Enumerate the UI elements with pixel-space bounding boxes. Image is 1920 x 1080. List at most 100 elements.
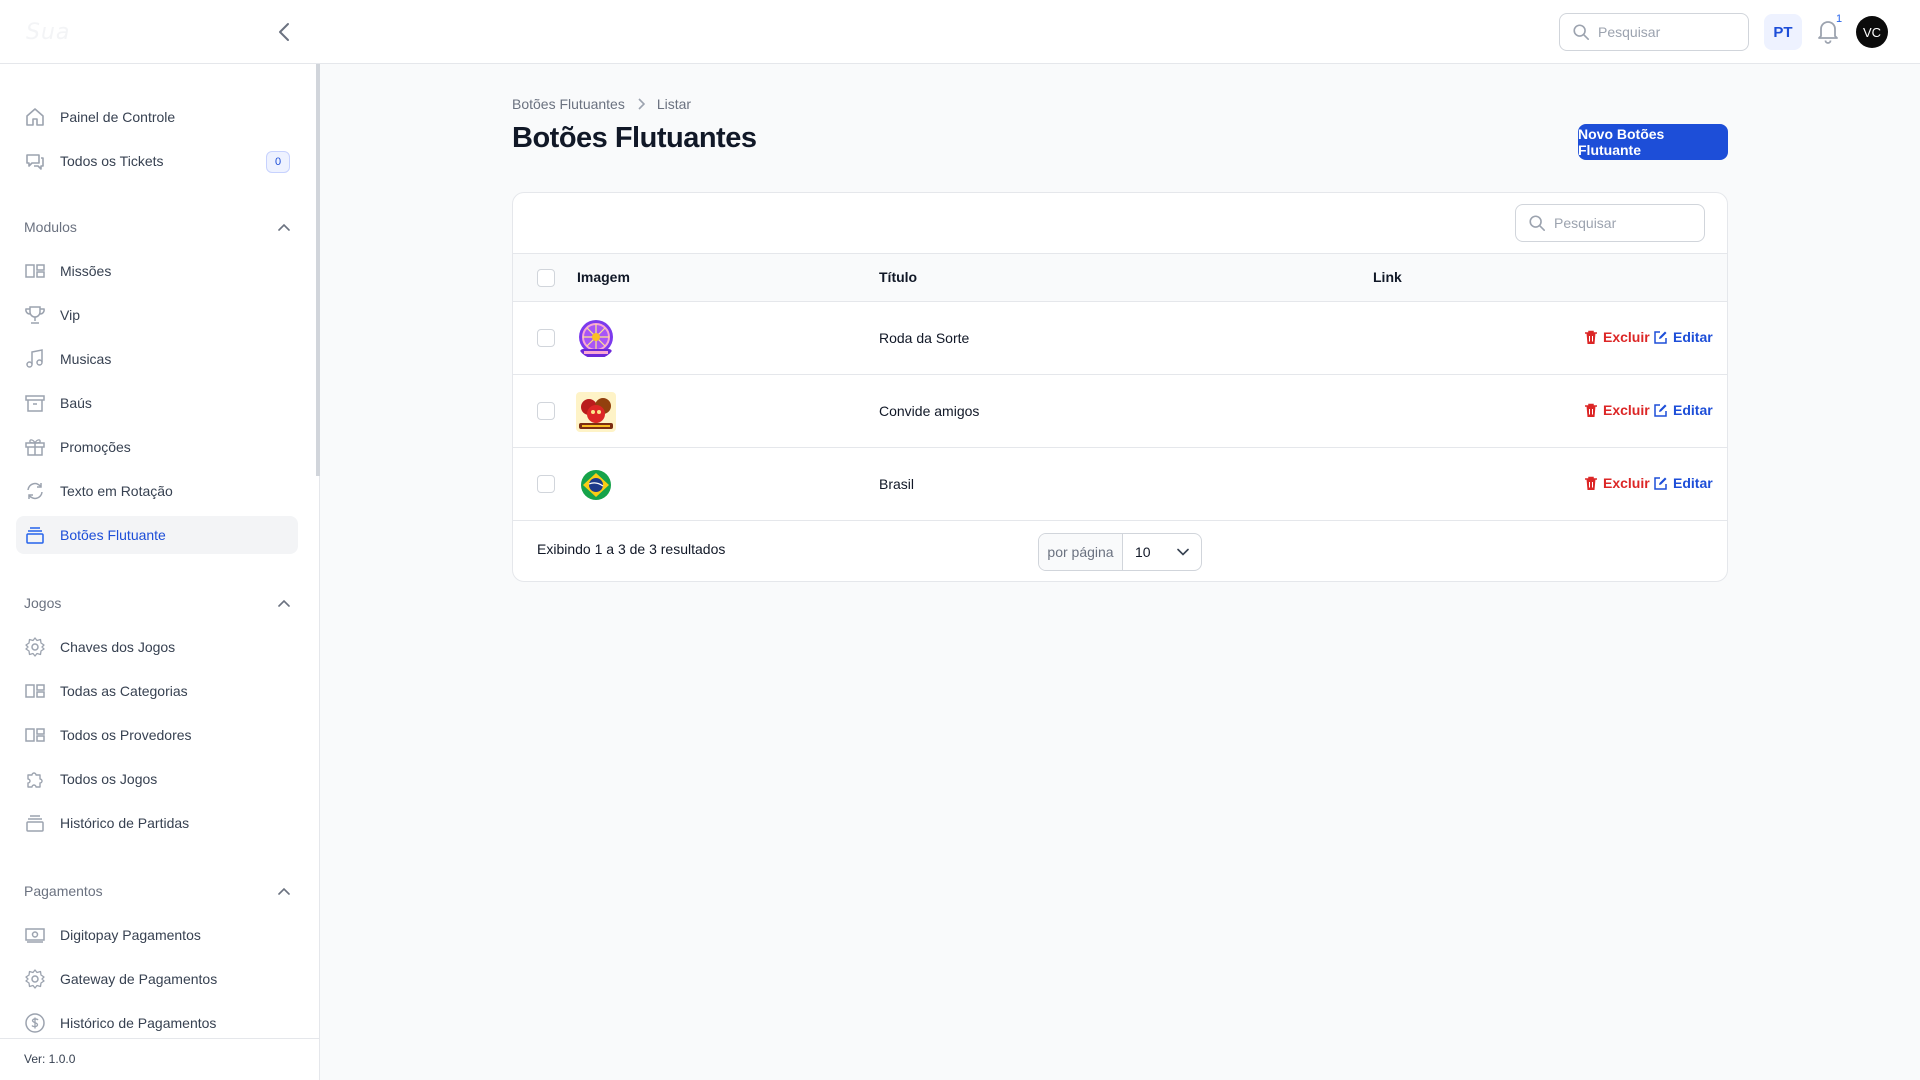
sidebar-item-label: Histórico de Pagamentos [60,1015,217,1031]
edit-button[interactable]: Editar [1653,329,1713,345]
new-floating-button[interactable]: Novo Botões Flutuante [1578,124,1728,160]
column-header-imagem[interactable]: Imagem [577,269,630,285]
sidebar-item-vip[interactable]: Vip [16,296,298,334]
grid-icon [24,680,46,702]
group-title: Modulos [24,219,77,235]
gear-icon [24,636,46,658]
per-page-select[interactable]: por página 10 [1038,533,1202,571]
refresh-icon [24,480,46,502]
sidebar-item-historico-pagamentos[interactable]: Histórico de Pagamentos [16,1004,298,1038]
sidebar-item-label: Todos os Jogos [60,771,158,787]
chevron-down-icon [1177,548,1189,556]
sidebar-item-label: Baús [60,395,92,411]
edit-icon [1654,330,1667,344]
sidebar-item-provedores[interactable]: Todos os Provedores [16,716,298,754]
delete-button[interactable]: Excluir [1584,402,1650,418]
column-header-titulo[interactable]: Título [879,269,917,285]
group-title: Jogos [24,595,62,611]
stack-icon [24,524,46,546]
puzzle-icon [24,768,46,790]
gear-icon [24,968,46,990]
table-search-input[interactable] [1554,215,1694,231]
logo[interactable]: Sua [26,20,76,50]
delete-button[interactable]: Excluir [1584,329,1650,345]
sidebar-item-label: Todos os Tickets [60,153,164,169]
sidebar-item-botoes-flutuante[interactable]: Botões Flutuante [16,516,298,554]
group-header-modulos[interactable]: Modulos [24,215,290,239]
row-checkbox[interactable] [537,329,555,347]
sidebar-item-label: Texto em Rotação [60,483,173,499]
group-header-jogos[interactable]: Jogos [24,591,290,615]
trash-icon [1585,476,1597,490]
sidebar-item-gateway[interactable]: Gateway de Pagamentos [16,960,298,998]
table-row: Brasil Excluir Editar [513,448,1727,521]
sidebar-item-texto-rotacao[interactable]: Texto em Rotação [16,472,298,510]
trophy-icon [24,304,46,326]
trash-icon [1585,330,1597,344]
trash-icon [1585,403,1597,417]
sidebar-item-label: Vip [60,307,80,323]
sidebar-item-label: Todos os Provedores [60,727,192,743]
sidebar-item-baus[interactable]: Baús [16,384,298,422]
sidebar-item-musicas[interactable]: Musicas [16,340,298,378]
sidebar-item-digitopay[interactable]: Digitopay Pagamentos [16,916,298,954]
divider [0,1038,320,1039]
chevron-left-icon [279,23,289,41]
top-search-box[interactable] [1559,13,1749,51]
sidebar-scroll-area: Painel de Controle Todos os Tickets 0 Mo… [0,64,316,1038]
sidebar-item-jogos[interactable]: Todos os Jogos [16,760,298,798]
delete-label: Excluir [1603,402,1650,418]
archive-icon [24,392,46,414]
row-title: Roda da Sorte [879,330,970,346]
language-button[interactable]: PT [1764,14,1802,50]
tickets-count-badge: 0 [266,151,290,173]
row-title: Convide amigos [879,403,980,419]
column-header-link[interactable]: Link [1373,269,1402,285]
edit-label: Editar [1673,475,1713,491]
edit-button[interactable]: Editar [1653,402,1713,418]
page-title: Botões Flutuantes [512,122,757,154]
sidebar-item-label: Histórico de Partidas [60,815,190,831]
breadcrumb-link[interactable]: Botões Flutuantes [512,96,625,112]
sidebar-item-label: Chaves dos Jogos [60,639,176,655]
sidebar-item-label: Todas as Categorias [60,683,188,699]
sidebar-item-label: Painel de Controle [60,109,176,125]
sidebar-item-label: Musicas [60,351,112,367]
group-header-pagamentos[interactable]: Pagamentos [24,879,290,903]
sidebar-scrollbar[interactable] [316,64,320,476]
sidebar-item-chaves-jogos[interactable]: Chaves dos Jogos [16,628,298,666]
dollar-icon [24,1012,46,1034]
user-avatar[interactable]: VC [1856,16,1888,48]
sidebar-item-painel[interactable]: Painel de Controle [16,98,298,136]
grid-icon [24,260,46,282]
friends-image [576,392,616,432]
row-checkbox[interactable] [537,402,555,420]
sidebar-item-missoes[interactable]: Missões [16,252,298,290]
wheel-image [576,319,616,359]
search-icon [1529,215,1546,232]
gift-icon [24,436,46,458]
sidebar-item-tickets[interactable]: Todos os Tickets 0 [16,142,298,180]
chevron-up-icon [278,599,290,607]
row-title: Brasil [879,476,915,492]
sidebar-item-categorias[interactable]: Todas as Categorias [16,672,298,710]
delete-button[interactable]: Excluir [1584,475,1650,491]
edit-icon [1654,476,1667,490]
row-checkbox[interactable] [537,475,555,493]
edit-button[interactable]: Editar [1653,475,1713,491]
brazil-image [576,465,616,505]
sidebar-item-historico-partidas[interactable]: Histórico de Partidas [16,804,298,842]
music-icon [24,348,46,370]
version-label: Ver: 1.0.0 [24,1052,76,1066]
top-search-input[interactable] [1598,24,1738,40]
table-search-box[interactable] [1515,204,1705,242]
collapse-sidebar-button[interactable] [272,20,296,44]
select-all-checkbox[interactable] [537,269,555,287]
per-page-dropdown[interactable]: 10 [1123,534,1201,570]
edit-label: Editar [1673,329,1713,345]
sidebar: Painel de Controle Todos os Tickets 0 Mo… [0,64,320,1080]
table-header: Imagem Título Link [513,253,1727,302]
sidebar-item-promocoes[interactable]: Promoções [16,428,298,466]
breadcrumb: Botões Flutuantes Listar [512,96,691,112]
home-icon [24,106,46,128]
